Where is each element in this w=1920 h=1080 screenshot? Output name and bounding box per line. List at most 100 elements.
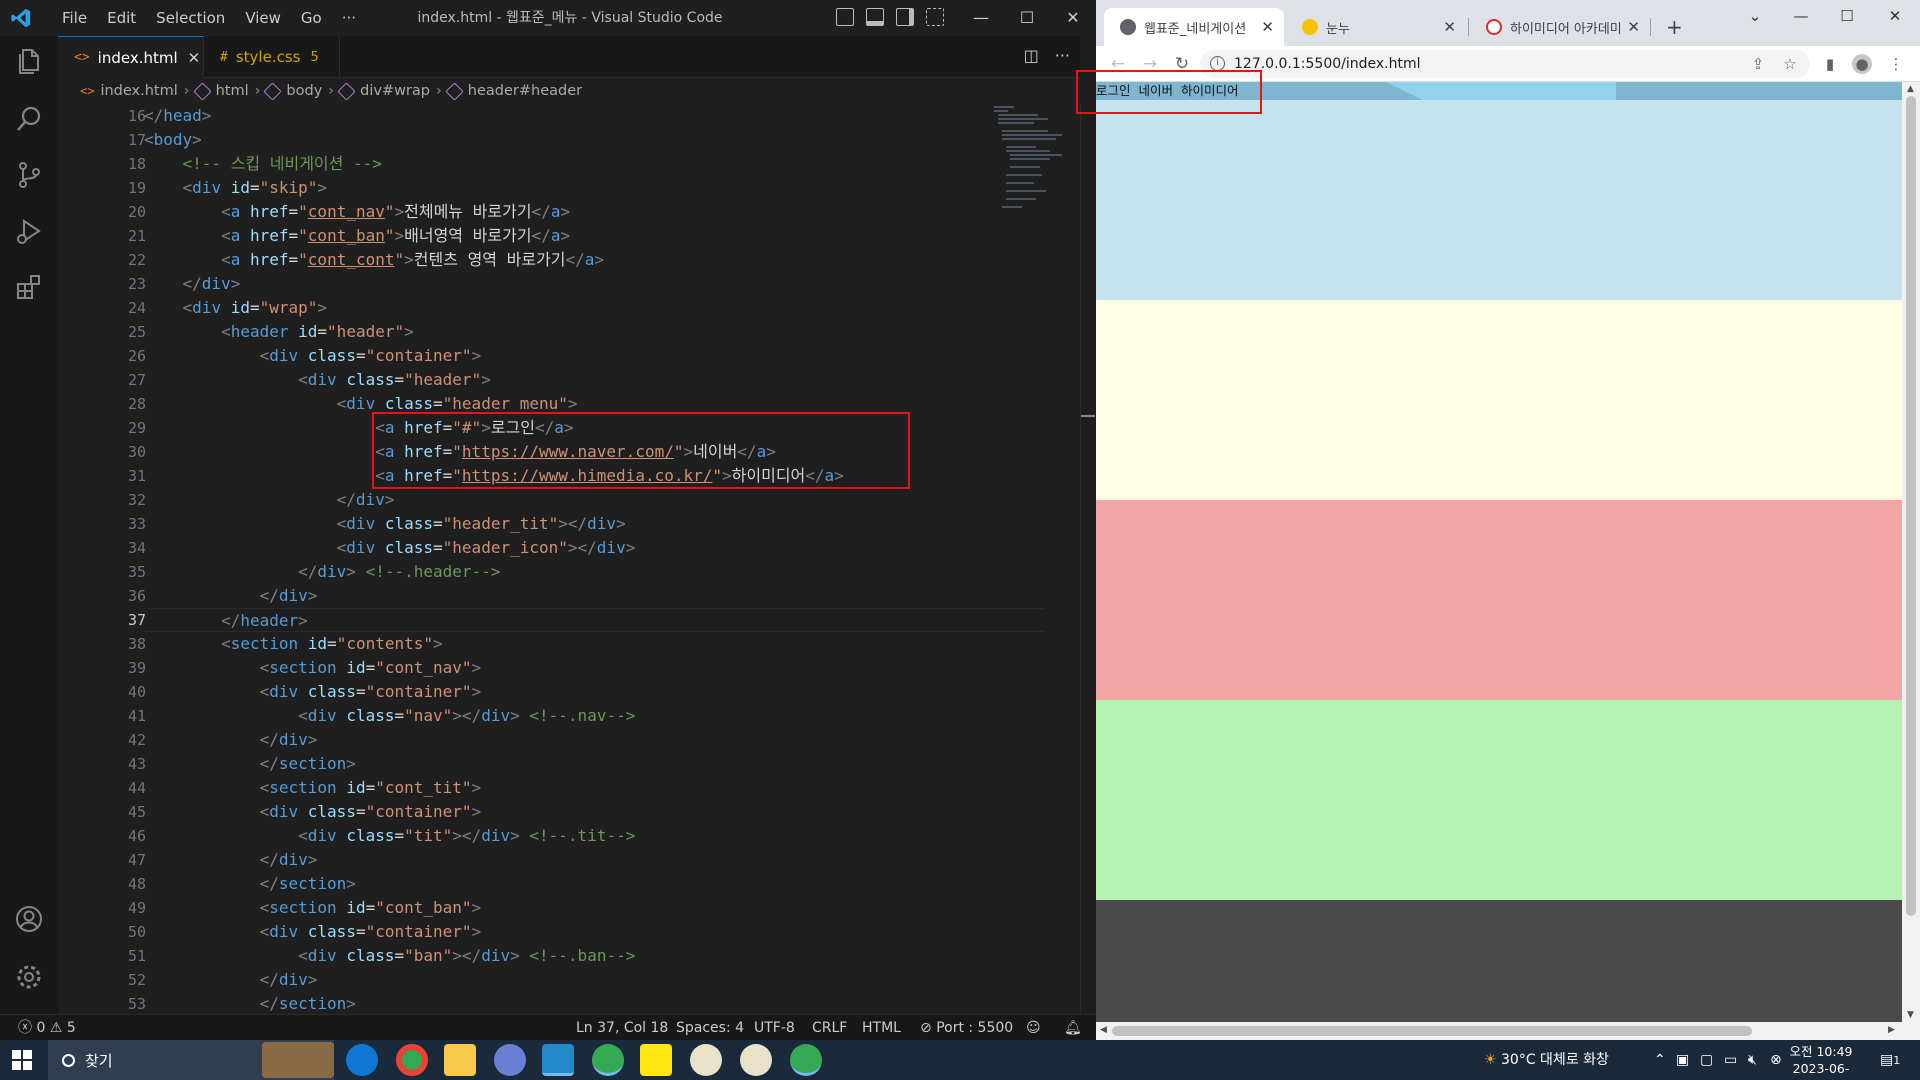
accounts-icon[interactable] [14,904,44,934]
edge-icon[interactable] [346,1044,378,1076]
vertical-scrollbar[interactable]: ▲ ▼ [1902,82,1920,1022]
page-viewport[interactable]: 로그인 네이버 하이미디어 [1096,82,1902,1022]
kakaotalk-icon[interactable] [640,1044,672,1076]
breadcrumb-file[interactable]: <> index.html [80,83,178,99]
reload-icon[interactable]: ↻ [1170,52,1194,76]
split-editor-icon[interactable]: ◫ [1024,46,1039,65]
bookmark-star-icon[interactable]: ☆ [1780,54,1800,74]
breadcrumb-html[interactable]: html [192,81,249,101]
address-bar[interactable]: i 127.0.0.1:5500/index.html [1200,50,1810,78]
chrome-toolbar: ← → ↻ i 127.0.0.1:5500/index.html ⇪ ☆ ▮ … [1096,46,1920,82]
scroll-thumb[interactable] [1906,96,1916,916]
share-icon[interactable]: ⇪ [1748,54,1768,74]
run-debug-icon[interactable] [14,216,44,246]
code-text[interactable]: </head> <body> <!-- 스킵 네비게이션 --> <div id… [144,104,1044,1014]
menu-go[interactable]: Go [291,9,332,27]
minimize-icon[interactable]: — [1778,0,1824,34]
live-server-status[interactable]: ⊘ Port : 5500 [920,1015,1013,1041]
chrome-window-icon[interactable] [790,1044,822,1076]
chrome-tab-strip: 웹표준_네비게이션 ✕ 눈누 ✕ 하이미디어 아카데미 ✕ + ⌄ — ☐ ✕ [1096,0,1920,46]
network-icon[interactable]: ▭ [1724,1040,1737,1080]
chrome-icon[interactable] [396,1044,428,1076]
breadcrumb-header[interactable]: header#header [445,81,582,101]
windows-start-icon[interactable] [12,1050,32,1070]
side-panel-icon[interactable]: ▮ [1820,54,1840,74]
language-mode[interactable]: HTML [862,1015,901,1041]
close-icon[interactable]: ✕ [1050,0,1096,36]
tab-label: style.css [235,48,301,66]
new-tab-button[interactable]: + [1658,8,1688,46]
tab-title: 하이미디어 아카데미 [1510,21,1622,37]
source-control-icon[interactable] [14,160,44,190]
chrome-profile-icon[interactable] [592,1044,624,1076]
chrome-tab-active[interactable]: 웹표준_네비게이션 ✕ [1104,8,1284,46]
more-actions-icon[interactable]: ··· [1055,46,1070,65]
cursor-position[interactable]: Ln 37, Col 18 [576,1015,668,1041]
chrome-tab[interactable]: 하이미디어 아카데미 ✕ [1470,8,1650,46]
file-explorer-icon[interactable] [444,1044,476,1076]
tab-close-icon[interactable]: ✕ [1261,18,1274,36]
menu-view[interactable]: View [235,9,291,27]
code-editor[interactable]: 16 17 18 19 20 21 22 23 24 25 26 27 28 29 30 31 32 33 34 3… [58,104,1080,1014]
tray-chevron-up-icon[interactable]: ⌃ [1654,1040,1666,1080]
customize-layout-icon[interactable] [926,8,944,26]
tab-index-html[interactable]: <> index.html ✕ [58,36,204,78]
tray-status-icon[interactable]: ⊗ [1770,1040,1782,1080]
chrome-menu-icon[interactable]: ⋮ [1886,54,1906,74]
taskbar-clock[interactable]: 오전 10:49 2023-06-19 [1786,1043,1856,1080]
editor-scroll-position [1081,415,1095,417]
chrome-tab[interactable]: 눈누 ✕ [1286,8,1466,46]
window-title: index.html - 웹표준_메뉴 - Visual Studio Code [417,10,723,26]
site-info-icon[interactable]: i [1210,56,1225,71]
vscode-taskbar-icon[interactable] [542,1044,574,1076]
naver-link[interactable]: 네이버 [1139,83,1174,98]
minimize-icon[interactable]: — [958,0,1004,36]
settings-gear-icon[interactable] [14,962,44,992]
indentation[interactable]: Spaces: 4 [676,1015,744,1041]
menu-file[interactable]: File [52,9,97,27]
minimap[interactable] [992,104,1082,304]
scroll-thumb[interactable] [1112,1026,1752,1036]
extensions-icon[interactable] [14,272,44,302]
menu-selection[interactable]: Selection [146,9,235,27]
notification-center-icon[interactable]: ▤1 [1880,1040,1900,1080]
breadcrumb-body[interactable]: body [263,81,322,101]
app-icon[interactable] [740,1044,772,1076]
volume-muted-icon[interactable]: 🔇︎ [1748,1040,1757,1080]
tab-style-css[interactable]: # style.css 5 [204,36,340,78]
weather-widget[interactable]: ☀ 30°C 대체로 화창 [1484,1040,1609,1080]
clock-date: 2023-06-19 [1792,1061,1850,1080]
login-link[interactable]: 로그인 [1096,83,1131,98]
toggle-secondary-sidebar-icon[interactable] [896,8,914,26]
tab-search-chevron-down-icon[interactable]: ⌄ [1732,0,1778,34]
tab-close-icon[interactable]: ✕ [188,49,201,67]
forward-arrow-icon[interactable]: → [1138,52,1162,76]
horizontal-scrollbar[interactable]: ◀ ▶ [1096,1022,1920,1040]
back-arrow-icon[interactable]: ← [1106,52,1130,76]
encoding[interactable]: UTF-8 [754,1015,795,1041]
profile-avatar-icon[interactable]: ● [1852,54,1872,74]
feedback-icon[interactable]: ☺ [1026,1015,1041,1041]
search-icon[interactable] [14,104,44,134]
explorer-icon[interactable] [14,46,44,76]
notifications-bell-icon[interactable]: 🔔︎ [1064,1015,1082,1041]
toggle-panel-icon[interactable] [866,8,884,26]
problems-indicator[interactable]: ⓧ 0 ⚠ 5 [18,1015,76,1041]
search-highlight-image[interactable] [262,1042,334,1078]
tab-close-icon[interactable]: ✕ [1627,18,1640,36]
tray-display-icon[interactable]: ▢ [1700,1040,1713,1080]
toggle-primary-sidebar-icon[interactable] [836,8,854,26]
windows-taskbar: 찾기 ☀ 30°C 대체로 화창 ⌃ ▣ ▢ ▭ 🔇︎ ⊗ 오전 10:49 2… [0,1040,1920,1080]
menu-edit[interactable]: Edit [97,9,146,27]
maximize-icon[interactable]: ☐ [1004,0,1050,36]
paint-icon[interactable] [494,1044,526,1076]
line-endings[interactable]: CRLF [812,1015,847,1041]
tray-app-icon[interactable]: ▣ [1676,1040,1689,1080]
breadcrumb-div-wrap[interactable]: div#wrap [337,81,430,101]
close-icon[interactable]: ✕ [1872,0,1918,34]
himedia-link[interactable]: 하이미디어 [1181,83,1239,98]
tab-close-icon[interactable]: ✕ [1443,18,1456,36]
app-icon[interactable] [690,1044,722,1076]
editor-scrollbar-track[interactable] [1080,104,1081,1014]
maximize-icon[interactable]: ☐ [1824,0,1870,34]
